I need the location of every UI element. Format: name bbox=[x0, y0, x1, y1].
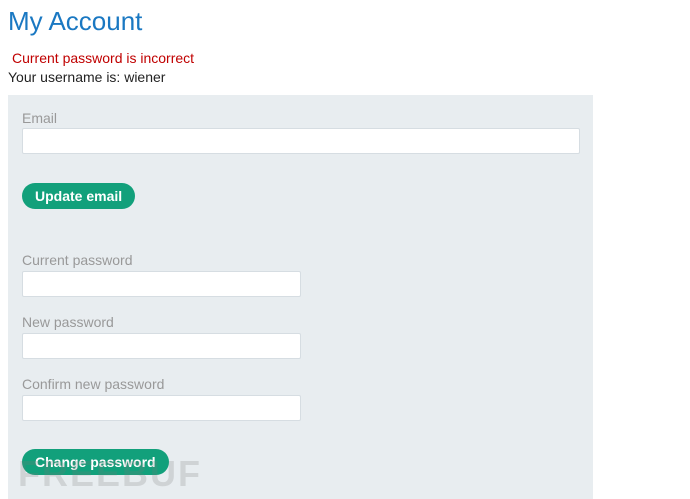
new-password-field[interactable] bbox=[22, 333, 301, 359]
username-text: Your username is: wiener bbox=[8, 69, 166, 85]
current-password-label: Current password bbox=[22, 252, 133, 268]
account-settings-panel: Email Update email Current password New … bbox=[8, 95, 593, 499]
confirm-password-label: Confirm new password bbox=[22, 376, 165, 392]
update-email-button[interactable]: Update email bbox=[22, 183, 136, 209]
current-password-field[interactable] bbox=[22, 271, 301, 297]
confirm-password-field[interactable] bbox=[22, 395, 301, 421]
new-password-label: New password bbox=[22, 314, 114, 330]
change-password-button[interactable]: Change password bbox=[22, 449, 169, 475]
page-title: My Account bbox=[8, 6, 143, 36]
email-label: Email bbox=[22, 110, 58, 126]
error-message: Current password is incorrect bbox=[12, 50, 195, 66]
account-page: My Account Current password is incorrect… bbox=[0, 0, 690, 499]
email-field[interactable] bbox=[22, 128, 580, 154]
